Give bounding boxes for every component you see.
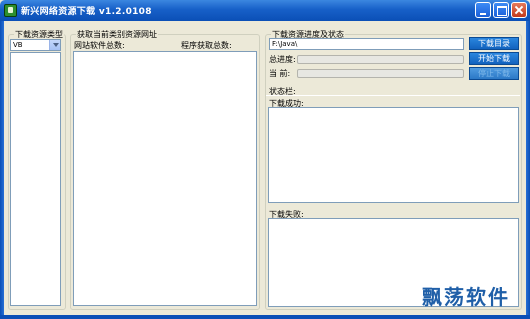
resource-type-list[interactable] bbox=[10, 52, 61, 306]
fetched-total-label: 程序获取总数: bbox=[181, 41, 232, 50]
site-total-label: 网站软件总数: bbox=[74, 41, 125, 50]
total-progress-label: 总进度: bbox=[269, 55, 296, 64]
category-url-list[interactable] bbox=[73, 51, 257, 306]
app-icon bbox=[4, 4, 17, 17]
category-urls-label: 获取当前类别资源网址 bbox=[76, 29, 158, 40]
stop-download-button[interactable]: 停止下载 bbox=[469, 67, 519, 80]
status-divider bbox=[266, 95, 520, 96]
chevron-down-icon[interactable] bbox=[49, 40, 60, 50]
window-controls bbox=[475, 2, 527, 18]
window-title: 新兴网络资源下载 v1.2.0108 bbox=[21, 7, 152, 17]
download-dir-button[interactable]: 下载目录 bbox=[469, 37, 519, 50]
watermark-logo: 飘荡软件 bbox=[422, 285, 510, 309]
resource-type-value: VB bbox=[13, 41, 23, 49]
title-bar[interactable]: 新兴网络资源下载 v1.2.0108 bbox=[0, 0, 530, 21]
total-progress-bar bbox=[297, 55, 464, 64]
resource-type-select[interactable]: VB bbox=[10, 39, 61, 51]
success-list[interactable] bbox=[268, 107, 519, 203]
maximize-icon[interactable] bbox=[493, 2, 509, 18]
window-frame-left bbox=[0, 21, 4, 319]
start-download-button[interactable]: 开始下载 bbox=[469, 52, 519, 65]
close-icon[interactable] bbox=[511, 2, 527, 18]
window-frame-right bbox=[526, 21, 530, 319]
download-path-field[interactable]: F:\Java\ bbox=[269, 38, 464, 50]
current-progress-label: 当 前: bbox=[269, 69, 291, 78]
current-progress-bar bbox=[297, 69, 464, 78]
window-frame-bottom bbox=[0, 315, 530, 319]
minimize-icon[interactable] bbox=[475, 2, 491, 18]
